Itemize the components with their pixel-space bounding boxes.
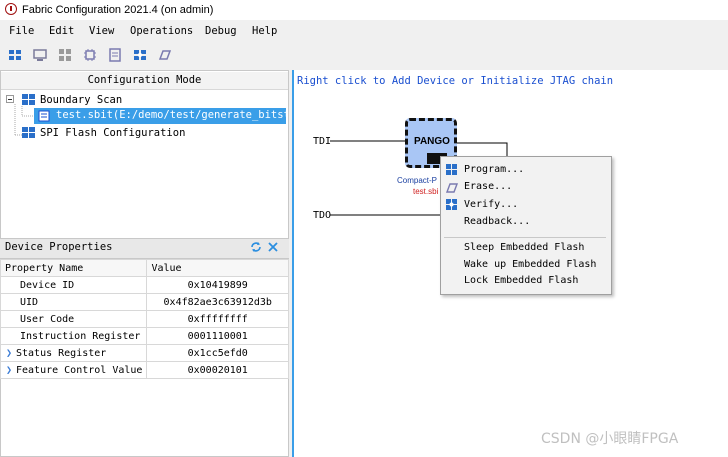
device-properties-title: Device Properties: [5, 241, 113, 253]
collapse-toggle[interactable]: [6, 95, 14, 103]
menu-item-verify[interactable]: Verify...: [464, 199, 518, 210]
app-icon: [5, 3, 17, 15]
settings-icon[interactable]: [133, 48, 147, 62]
configuration-mode-header: Configuration Mode: [1, 72, 288, 90]
chip-label: PANGO: [414, 136, 450, 147]
erase-icon[interactable]: [158, 48, 172, 62]
menu-operations[interactable]: Operations: [130, 25, 193, 37]
window-title: Fabric Configuration 2021.4 (on admin): [22, 4, 214, 16]
menu-item-sleep-flash[interactable]: Sleep Embedded Flash: [464, 242, 584, 253]
property-value: 0x1cc5efd0: [146, 344, 289, 362]
column-header-value: Value: [146, 259, 289, 277]
expand-chevron-icon[interactable]: ❯: [6, 348, 16, 359]
title-bar: Fabric Configuration 2021.4 (on admin): [0, 0, 728, 20]
table-row[interactable]: Instruction Register 0001110001: [0, 327, 289, 345]
toolbar: [0, 44, 728, 68]
menu-item-program[interactable]: Program...: [464, 164, 524, 175]
property-value: 0x10419899: [146, 276, 289, 294]
menu-separator: [444, 237, 606, 238]
property-name: User Code: [0, 310, 148, 328]
chip-icon[interactable]: [83, 48, 97, 62]
erase-icon: [445, 182, 459, 194]
tree-item-spi-flash[interactable]: SPI Flash Configuration: [40, 127, 185, 139]
register-icon[interactable]: [108, 48, 122, 62]
table-row[interactable]: Device ID 0x10419899: [0, 276, 289, 294]
property-value: 0001110001: [146, 327, 289, 345]
monitor-icon[interactable]: [33, 48, 47, 62]
verify-icon: [446, 199, 458, 211]
menu-bar: File Edit View Operations Debug Help: [0, 22, 728, 42]
property-name: Feature Control Value: [16, 364, 143, 376]
property-value: 0x00020101: [146, 361, 289, 379]
properties-table: Property Name Value Device ID 0x10419899…: [0, 259, 289, 379]
chain-icon[interactable]: [8, 48, 22, 62]
table-row[interactable]: ❯ Status Register 0x1cc5efd0: [0, 344, 289, 362]
program-icon: [446, 164, 458, 176]
chip-model: Compact-P: [397, 176, 438, 185]
watermark: CSDN @小眼睛FPGA: [541, 431, 679, 447]
boundary-scan-icon: [22, 94, 36, 106]
refresh-icon[interactable]: [250, 241, 262, 253]
menu-debug[interactable]: Debug: [205, 25, 237, 37]
table-row[interactable]: UID 0x4f82ae3c63912d3b: [0, 293, 289, 311]
menu-view[interactable]: View: [89, 25, 114, 37]
property-name: UID: [0, 293, 148, 311]
tree-item-sbit-label: test.sbit(E:/demo/test/generate_bitst...: [56, 109, 286, 121]
table-row[interactable]: User Code 0xffffffff: [0, 310, 289, 328]
grid-icon[interactable]: [58, 48, 72, 62]
property-name: Status Register: [16, 347, 107, 359]
table-row[interactable]: ❯ Feature Control Value 0x00020101: [0, 361, 289, 379]
menu-edit[interactable]: Edit: [49, 25, 74, 37]
tree-item-boundary-scan[interactable]: Boundary Scan: [40, 94, 122, 106]
close-icon[interactable]: [268, 242, 278, 252]
tdi-label: TDI: [313, 136, 332, 147]
property-name: Device ID: [0, 276, 148, 294]
expand-chevron-icon[interactable]: ❯: [6, 365, 16, 376]
table-header-row: Property Name Value: [0, 259, 289, 277]
menu-help[interactable]: Help: [252, 25, 277, 37]
property-value: 0xffffffff: [146, 310, 289, 328]
menu-file[interactable]: File: [9, 25, 34, 37]
spi-flash-icon: [22, 127, 36, 139]
tdo-label: TDO: [313, 210, 332, 221]
menu-item-lock-flash[interactable]: Lock Embedded Flash: [464, 275, 578, 286]
property-name: Instruction Register: [0, 327, 148, 345]
sbit-file-icon: [38, 110, 50, 122]
column-header-name: Property Name: [0, 259, 148, 277]
menu-item-wake-flash[interactable]: Wake up Embedded Flash: [464, 259, 596, 270]
menu-item-readback[interactable]: Readback...: [464, 216, 530, 227]
property-value: 0x4f82ae3c63912d3b: [146, 293, 289, 311]
menu-item-erase[interactable]: Erase...: [464, 181, 512, 192]
chip-file: test.sbi: [413, 187, 439, 196]
